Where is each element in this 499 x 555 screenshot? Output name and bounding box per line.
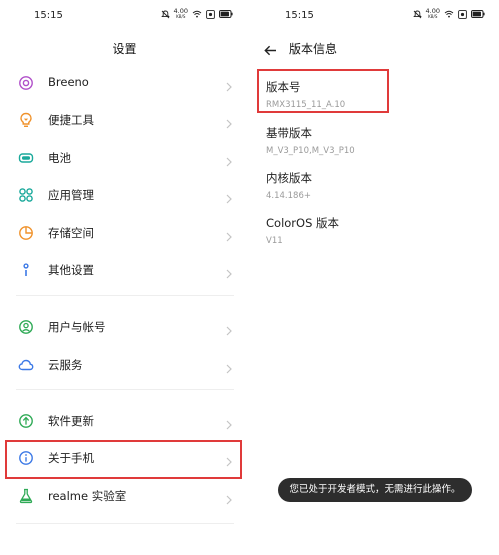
section-divider xyxy=(16,295,234,296)
battery-icon xyxy=(18,150,34,166)
status-bar: 15:15 4.00 KB/S xyxy=(0,0,249,30)
screen-record-icon xyxy=(206,9,215,19)
highlight-box-about-phone xyxy=(5,440,242,479)
settings-screen: 15:15 4.00 KB/S 设置 Breeno 便捷工具 电池 应用管理 存… xyxy=(0,0,249,555)
lab-icon xyxy=(18,488,34,504)
version-item-value: M_V3_P10,M_V3_P10 xyxy=(266,146,355,156)
battery-status-icon xyxy=(471,10,485,18)
status-icons: 4.00 KB/S xyxy=(412,7,485,19)
more-settings-icon xyxy=(18,262,34,278)
version-item-value: 4.14.186+ xyxy=(266,191,311,201)
network-speed: 4.00 KB/S xyxy=(173,7,188,19)
chevron-right-icon xyxy=(226,415,232,434)
settings-item-label: 便捷工具 xyxy=(48,113,94,127)
settings-item-label: 电池 xyxy=(48,151,71,165)
chevron-right-icon xyxy=(226,490,232,509)
settings-item-label: Breeno xyxy=(48,75,89,89)
chevron-right-icon xyxy=(226,152,232,171)
toast-message: 您已处于开发者模式，无需进行此操作。 xyxy=(278,478,472,502)
version-item-kernel[interactable]: 内核版本 4.14.186+ xyxy=(266,170,312,201)
version-item-title: 基带版本 xyxy=(266,126,312,140)
version-item-title: 内核版本 xyxy=(266,171,312,185)
chevron-right-icon xyxy=(226,359,232,378)
settings-item-breeno[interactable]: Breeno xyxy=(0,64,249,101)
settings-item-cloud[interactable]: 云服务 xyxy=(0,346,249,383)
chevron-right-icon xyxy=(226,321,232,340)
settings-item-more[interactable]: 其他设置 xyxy=(0,251,249,288)
settings-item-tools[interactable]: 便捷工具 xyxy=(0,101,249,138)
status-icons: 4.00 KB/S xyxy=(160,7,233,19)
status-bar: 15:15 4.00 KB/S xyxy=(251,0,499,30)
version-item-value: V11 xyxy=(266,236,283,246)
user-icon xyxy=(18,319,34,335)
settings-item-account[interactable]: 用户与帐号 xyxy=(0,308,249,345)
wifi-icon xyxy=(192,10,202,18)
cloud-icon xyxy=(18,357,34,373)
settings-item-label: 应用管理 xyxy=(48,188,94,202)
battery-status-icon xyxy=(219,10,233,18)
storage-icon xyxy=(18,225,34,241)
settings-item-apps[interactable]: 应用管理 xyxy=(0,176,249,213)
back-arrow-icon[interactable] xyxy=(264,41,277,60)
chevron-right-icon xyxy=(226,227,232,246)
status-time: 15:15 xyxy=(34,10,63,21)
apps-icon xyxy=(18,187,34,203)
breeno-icon xyxy=(18,75,34,91)
version-info-screen: 15:15 4.00 KB/S 版本信息 版本号 RMX3115_11_A.10… xyxy=(251,0,499,555)
tools-icon xyxy=(18,112,34,128)
settings-item-lab[interactable]: realme 实验室 xyxy=(0,477,249,514)
update-icon xyxy=(18,413,34,429)
chevron-right-icon xyxy=(226,114,232,133)
settings-item-label: 其他设置 xyxy=(48,263,94,277)
settings-item-label: realme 实验室 xyxy=(48,489,127,503)
version-item-title: ColorOS 版本 xyxy=(266,216,340,230)
page-title: 版本信息 xyxy=(289,42,338,56)
section-divider xyxy=(16,523,234,524)
settings-item-update[interactable]: 软件更新 xyxy=(0,402,249,439)
settings-item-label: 软件更新 xyxy=(48,414,94,428)
chevron-right-icon xyxy=(226,264,232,283)
status-time: 15:15 xyxy=(285,10,314,21)
highlight-box-build-number xyxy=(257,69,389,113)
mute-icon xyxy=(412,10,422,19)
page-title: 设置 xyxy=(112,42,137,56)
version-item-baseband[interactable]: 基带版本 M_V3_P10,M_V3_P10 xyxy=(266,125,355,156)
settings-item-label: 云服务 xyxy=(48,358,83,372)
chevron-right-icon xyxy=(226,77,232,96)
screen-record-icon xyxy=(458,9,467,19)
version-item-coloros[interactable]: ColorOS 版本 V11 xyxy=(266,215,339,246)
settings-item-label: 用户与帐号 xyxy=(48,320,106,334)
chevron-right-icon xyxy=(226,189,232,208)
settings-item-storage[interactable]: 存储空间 xyxy=(0,214,249,251)
network-speed: 4.00 KB/S xyxy=(425,7,440,19)
mute-icon xyxy=(160,10,170,19)
wifi-icon xyxy=(444,10,454,18)
settings-item-label: 存储空间 xyxy=(48,226,94,240)
section-divider xyxy=(16,389,234,390)
settings-item-battery[interactable]: 电池 xyxy=(0,139,249,176)
